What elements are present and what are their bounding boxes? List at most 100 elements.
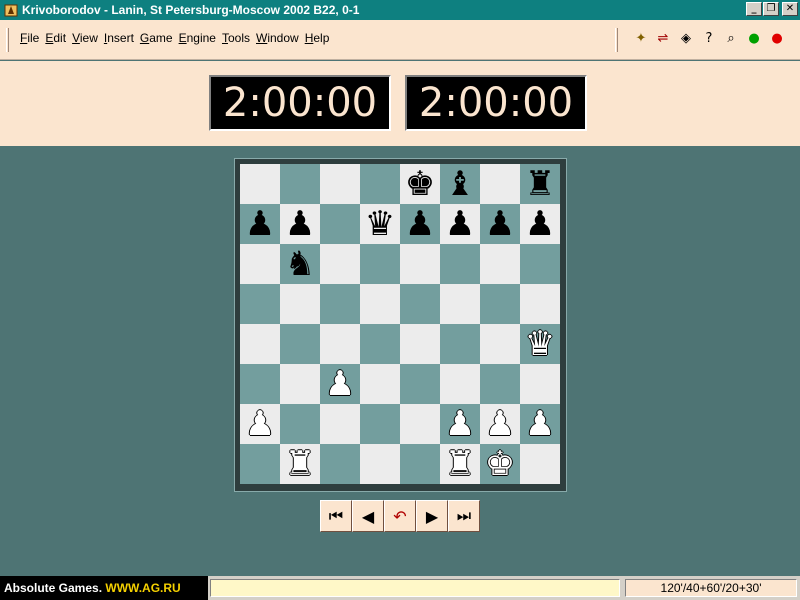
square-f8[interactable]: ♝ [440, 164, 480, 204]
square-e8[interactable]: ♚ [400, 164, 440, 204]
menu-view[interactable]: View [72, 31, 98, 45]
square-d1[interactable] [360, 444, 400, 484]
square-b1[interactable]: ♜ [280, 444, 320, 484]
restore-button[interactable]: ❐ [763, 2, 779, 16]
white-pawn-piece[interactable]: ♟ [240, 404, 280, 444]
square-b3[interactable] [280, 364, 320, 404]
square-e6[interactable] [400, 244, 440, 284]
menu-edit[interactable]: Edit [45, 31, 66, 45]
square-f1[interactable]: ♜ [440, 444, 480, 484]
chessboard[interactable]: ♚ ♝ ♜ ♟ ♟ ♛ ♟ ♟ ♟ ♟ ♞ ♛ ♟ ♟ ♟ ♟ ♟ ♜ ♜ ♚ [240, 164, 560, 484]
square-a5[interactable] [240, 284, 280, 324]
black-pawn-piece[interactable]: ♟ [400, 204, 440, 244]
menu-insert[interactable]: Insert [104, 31, 134, 45]
white-queen-piece[interactable]: ♛ [520, 324, 560, 364]
black-rook-piece[interactable]: ♜ [520, 164, 560, 204]
stop-icon[interactable]: ● [768, 30, 786, 48]
square-f3[interactable] [440, 364, 480, 404]
square-g8[interactable] [480, 164, 520, 204]
square-d4[interactable] [360, 324, 400, 364]
black-pawn-piece[interactable]: ♟ [520, 204, 560, 244]
black-king-piece[interactable]: ♚ [400, 164, 440, 204]
square-h5[interactable] [520, 284, 560, 324]
minimize-button[interactable]: _ [746, 2, 762, 16]
menu-game[interactable]: Game [140, 31, 173, 45]
accept-icon[interactable]: ● [745, 30, 763, 48]
square-g2[interactable]: ♟ [480, 404, 520, 444]
white-pawn-piece[interactable]: ♟ [440, 404, 480, 444]
white-rook-piece[interactable]: ♜ [440, 444, 480, 484]
square-h4[interactable]: ♛ [520, 324, 560, 364]
menu-help[interactable]: Help [305, 31, 330, 45]
square-a1[interactable] [240, 444, 280, 484]
previous-move-button[interactable]: ◀ [352, 500, 384, 532]
square-a8[interactable] [240, 164, 280, 204]
last-move-button[interactable]: ⏭ [448, 500, 480, 532]
square-h8[interactable]: ♜ [520, 164, 560, 204]
square-f5[interactable] [440, 284, 480, 324]
new-game-icon[interactable]: ✦ [632, 30, 650, 48]
square-b5[interactable] [280, 284, 320, 324]
square-d6[interactable] [360, 244, 400, 284]
white-pawn-piece[interactable]: ♟ [480, 404, 520, 444]
white-king-piece[interactable]: ♚ [480, 444, 520, 484]
square-c2[interactable] [320, 404, 360, 444]
square-b4[interactable] [280, 324, 320, 364]
square-e3[interactable] [400, 364, 440, 404]
close-button[interactable]: ✕ [782, 2, 798, 16]
square-d3[interactable] [360, 364, 400, 404]
square-g3[interactable] [480, 364, 520, 404]
first-move-button[interactable]: ⏮ [320, 500, 352, 532]
white-pawn-piece[interactable]: ♟ [320, 364, 360, 404]
square-e7[interactable]: ♟ [400, 204, 440, 244]
black-pawn-piece[interactable]: ♟ [440, 204, 480, 244]
square-e5[interactable] [400, 284, 440, 324]
square-c8[interactable] [320, 164, 360, 204]
square-a7[interactable]: ♟ [240, 204, 280, 244]
black-pawn-piece[interactable]: ♟ [280, 204, 320, 244]
square-c4[interactable] [320, 324, 360, 364]
square-c6[interactable] [320, 244, 360, 284]
flip-icon[interactable]: ⇌ [654, 30, 672, 48]
white-rook-piece[interactable]: ♜ [280, 444, 320, 484]
menu-engine[interactable]: Engine [179, 31, 216, 45]
white-pawn-piece[interactable]: ♟ [520, 404, 560, 444]
square-h3[interactable] [520, 364, 560, 404]
square-b2[interactable] [280, 404, 320, 444]
square-a2[interactable]: ♟ [240, 404, 280, 444]
square-d8[interactable] [360, 164, 400, 204]
black-queen-piece[interactable]: ♛ [360, 204, 400, 244]
square-b6[interactable]: ♞ [280, 244, 320, 284]
square-h2[interactable]: ♟ [520, 404, 560, 444]
square-d5[interactable] [360, 284, 400, 324]
square-c1[interactable] [320, 444, 360, 484]
square-f6[interactable] [440, 244, 480, 284]
takeback-button[interactable]: ↶ [384, 500, 416, 532]
square-f7[interactable]: ♟ [440, 204, 480, 244]
square-g5[interactable] [480, 284, 520, 324]
square-c7[interactable] [320, 204, 360, 244]
search-icon[interactable]: ⌕ [722, 30, 740, 48]
square-h6[interactable] [520, 244, 560, 284]
analyze-icon[interactable]: ◈ [677, 30, 695, 48]
square-e2[interactable] [400, 404, 440, 444]
square-d2[interactable] [360, 404, 400, 444]
square-c5[interactable] [320, 284, 360, 324]
square-e1[interactable] [400, 444, 440, 484]
menu-tools[interactable]: Tools [222, 31, 250, 45]
square-h7[interactable]: ♟ [520, 204, 560, 244]
square-b8[interactable] [280, 164, 320, 204]
menu-window[interactable]: Window [256, 31, 299, 45]
square-f4[interactable] [440, 324, 480, 364]
square-a4[interactable] [240, 324, 280, 364]
square-c3[interactable]: ♟ [320, 364, 360, 404]
square-e4[interactable] [400, 324, 440, 364]
square-g6[interactable] [480, 244, 520, 284]
square-f2[interactable]: ♟ [440, 404, 480, 444]
black-pawn-piece[interactable]: ♟ [480, 204, 520, 244]
menu-file[interactable]: File [20, 31, 39, 45]
black-pawn-piece[interactable]: ♟ [240, 204, 280, 244]
square-a6[interactable] [240, 244, 280, 284]
square-g4[interactable] [480, 324, 520, 364]
square-g1[interactable]: ♚ [480, 444, 520, 484]
